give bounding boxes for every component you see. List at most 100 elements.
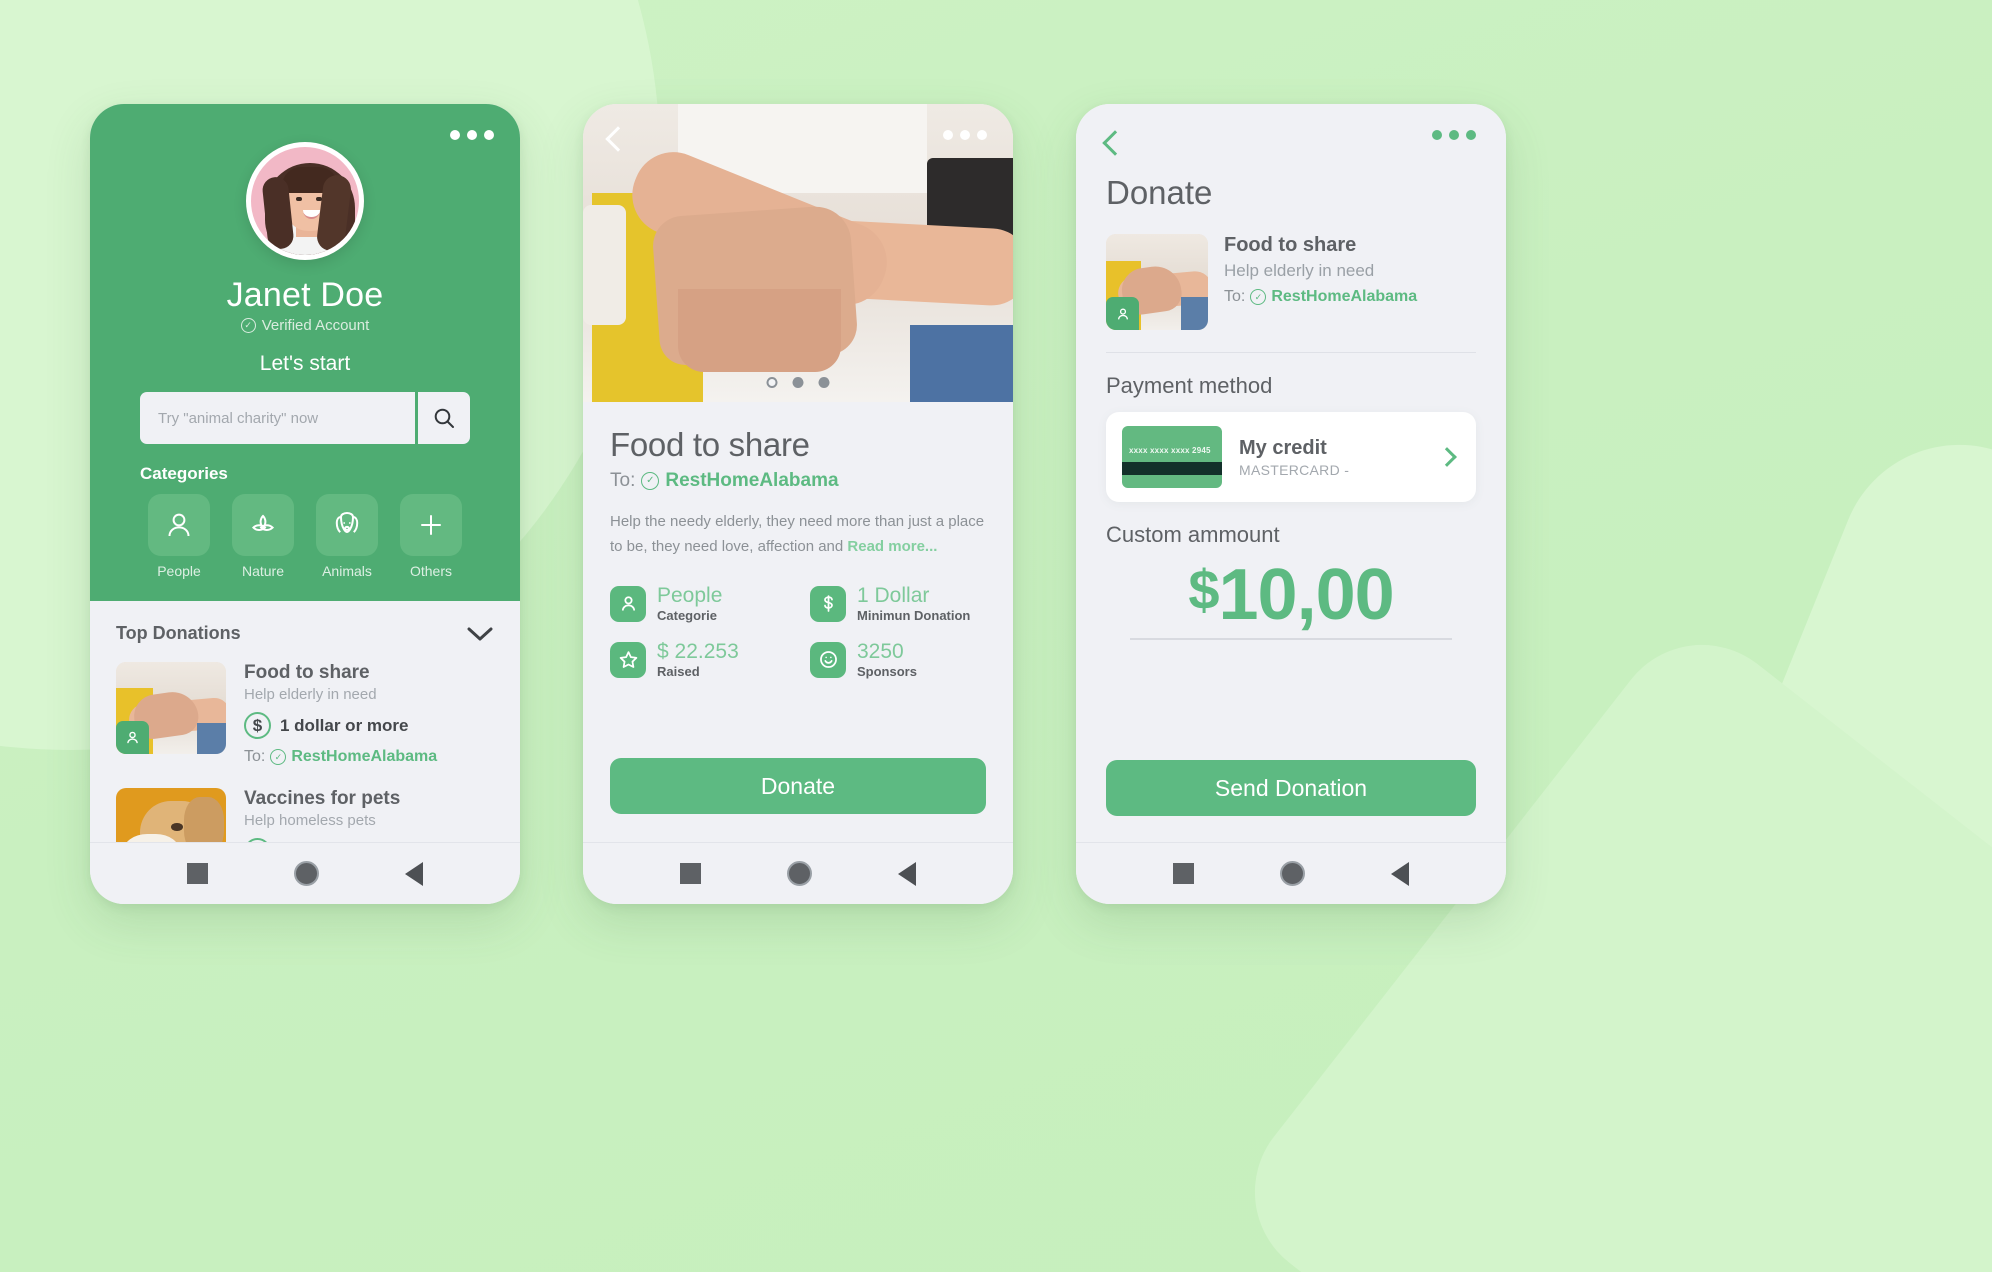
category-nature[interactable]: Nature xyxy=(232,494,294,579)
stat-label: Raised xyxy=(657,663,700,679)
android-navigation-bar xyxy=(90,842,520,904)
org-name[interactable]: RestHomeAlabama xyxy=(291,748,437,766)
donation-title: Food to share xyxy=(244,662,370,683)
verified-badge: ✓ Verified Account xyxy=(240,317,370,334)
person-icon xyxy=(1106,297,1139,330)
donation-thumbnail xyxy=(116,788,226,842)
category-people[interactable]: People xyxy=(148,494,210,579)
to-label: To: xyxy=(610,470,636,491)
donate-topbar xyxy=(1102,130,1476,156)
profile-name: Janet Doe xyxy=(226,276,384,314)
card-number: xxxx xxxx xxxx 2945 xyxy=(1129,446,1211,455)
payment-info: My credit MASTERCARD - xyxy=(1239,437,1423,478)
card-name: My credit xyxy=(1239,436,1327,459)
campaign-thumbnail xyxy=(1106,234,1208,330)
screen-campaign: Food to share To: ✓ RestHomeAlabama Help… xyxy=(583,104,1013,904)
donation-thumbnail xyxy=(116,662,226,754)
verified-label: Verified Account xyxy=(261,317,370,334)
back-triangle-icon[interactable] xyxy=(1391,861,1409,886)
donate-body: Donate Food to share Help elderly in nee… xyxy=(1076,104,1506,842)
campaign-stats: People Categorie 1 Dollar Minimun Donati… xyxy=(610,584,986,679)
category-animals[interactable]: Animals xyxy=(316,494,378,579)
donation-title: Vaccines for pets xyxy=(244,788,401,809)
to-label: To: xyxy=(244,748,266,765)
search-input[interactable] xyxy=(140,392,415,444)
campaign-org: To: ✓ RestHomeAlabama xyxy=(1224,288,1417,306)
payment-method-heading: Payment method xyxy=(1106,373,1273,398)
campaign-title: Food to share xyxy=(1224,234,1357,256)
list-item[interactable]: Vaccines for pets Help homeless pets $ 1… xyxy=(116,788,494,842)
donation-subtitle: Help elderly in need xyxy=(244,686,377,703)
stat-label: Minimun Donation xyxy=(857,607,971,623)
category-label: Others xyxy=(409,563,452,579)
dollar-icon xyxy=(810,585,846,622)
verified-check-icon: ✓ xyxy=(240,318,256,333)
back-button[interactable] xyxy=(605,126,631,152)
back-triangle-icon[interactable] xyxy=(898,861,916,886)
profile-header: Janet Doe ✓ Verified Account Let's start… xyxy=(90,104,520,601)
credit-card-icon: xxxx xxxx xxxx 2945 xyxy=(1122,426,1222,488)
more-options-icon[interactable] xyxy=(1432,130,1476,140)
android-navigation-bar xyxy=(583,842,1013,904)
payment-method-card[interactable]: xxxx xxxx xxxx 2945 My credit MASTERCARD… xyxy=(1106,412,1476,502)
home-circle-icon[interactable] xyxy=(1280,861,1305,886)
verified-check-icon: ✓ xyxy=(270,749,287,765)
org-name[interactable]: RestHomeAlabama xyxy=(665,470,838,492)
stat-value: $ 22.253 xyxy=(657,639,739,663)
phone-mockup-donate: Donate Food to share Help elderly in nee… xyxy=(1076,104,1506,904)
campaign-summary: Food to share Help elderly in need To: ✓… xyxy=(1106,234,1476,330)
recents-square-icon[interactable] xyxy=(680,863,701,884)
recents-square-icon[interactable] xyxy=(1173,863,1194,884)
recents-square-icon[interactable] xyxy=(187,863,208,884)
page-title: Donate xyxy=(1106,174,1213,211)
smiley-icon xyxy=(810,641,846,678)
carousel-indicator xyxy=(766,377,830,388)
phone-mockup-campaign: Food to share To: ✓ RestHomeAlabama Help… xyxy=(583,104,1013,904)
panel-header: Top Donations xyxy=(116,623,494,644)
chevron-right-icon[interactable] xyxy=(1437,447,1457,467)
person-icon xyxy=(116,721,149,754)
search-button[interactable] xyxy=(418,392,470,444)
home-circle-icon[interactable] xyxy=(294,861,319,886)
back-button[interactable] xyxy=(1102,130,1128,156)
avatar[interactable] xyxy=(246,142,364,260)
top-donations-panel: Top Donations Food to share Help elderly… xyxy=(90,601,520,842)
category-label: Nature xyxy=(241,563,285,579)
carousel-dot-2[interactable] xyxy=(792,377,804,388)
list-item[interactable]: Food to share Help elderly in need $ 1 d… xyxy=(116,662,494,766)
lets-start-heading: Let's start xyxy=(259,352,351,375)
more-options-icon[interactable] xyxy=(943,130,987,140)
star-icon xyxy=(610,641,646,678)
donation-amount: $ 1 dollar or more xyxy=(244,712,494,739)
chevron-down-icon[interactable] xyxy=(466,625,494,643)
donation-subtitle: Help homeless pets xyxy=(244,812,376,829)
read-more-link[interactable]: Read more... xyxy=(847,535,937,558)
search-bar xyxy=(140,392,470,444)
donation-org: To: ✓ RestHomeAlabama xyxy=(244,748,494,766)
phone-mockup-profile: Janet Doe ✓ Verified Account Let's start… xyxy=(90,104,520,904)
org-name[interactable]: RestHomeAlabama xyxy=(1271,288,1417,306)
stat-raised: $ 22.253 Raised xyxy=(610,639,786,679)
amount-value: 10,00 xyxy=(1218,555,1394,635)
category-others[interactable]: Others xyxy=(400,494,462,579)
campaign-body: Food to share To: ✓ RestHomeAlabama Help… xyxy=(583,402,1013,842)
donate-button[interactable]: Donate xyxy=(610,758,986,814)
stat-label: Sponsors xyxy=(857,663,917,679)
amount-display[interactable]: $10,00 xyxy=(1106,555,1476,635)
person-icon xyxy=(610,585,646,622)
campaign-description: Help the needy elderly, they need more t… xyxy=(610,510,986,559)
stat-categorie: People Categorie xyxy=(610,584,786,623)
stat-minimum-donation: 1 Dollar Minimun Donation xyxy=(810,584,986,623)
carousel-dot-3[interactable] xyxy=(818,377,830,388)
campaign-hero-image xyxy=(583,104,1013,402)
more-options-icon[interactable] xyxy=(450,130,494,140)
send-donation-button[interactable]: Send Donation xyxy=(1106,760,1476,816)
back-triangle-icon[interactable] xyxy=(405,861,423,886)
person-icon xyxy=(148,494,210,556)
stat-sponsors: 3250 Sponsors xyxy=(810,640,986,679)
carousel-dot-1[interactable] xyxy=(766,377,778,388)
panel-title: Top Donations xyxy=(116,623,241,643)
category-label: Animals xyxy=(322,563,372,579)
home-circle-icon[interactable] xyxy=(787,861,812,886)
currency-symbol: $ xyxy=(1188,558,1219,621)
